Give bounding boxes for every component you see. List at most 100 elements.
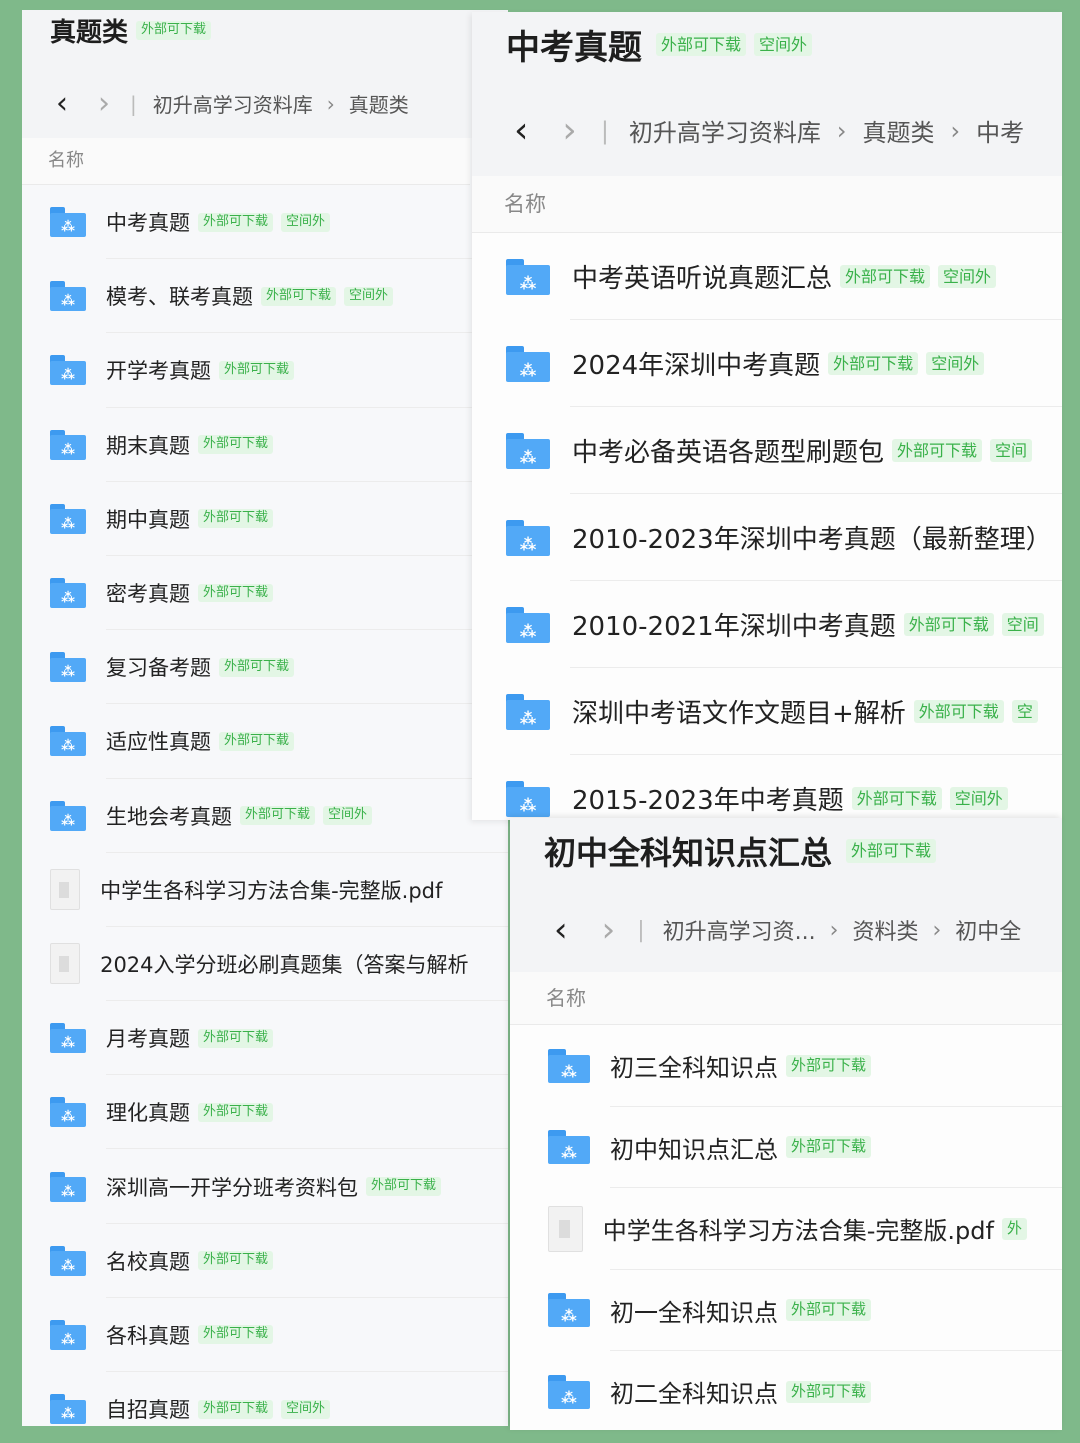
folder-row[interactable]: ⁂ 2010-2023年深圳中考真题（最新整理） bbox=[472, 494, 1062, 581]
chevron-right-icon: › bbox=[836, 116, 847, 145]
breadcrumb-item[interactable]: 资料类 bbox=[852, 914, 918, 946]
tag-external-download: 外部可下载 bbox=[261, 286, 337, 306]
file-row[interactable]: 2024入学分班必刷真题集（答案与解析 bbox=[22, 927, 508, 1002]
tag-outside-space: 空间 bbox=[990, 438, 1033, 463]
shared-users-icon: ⁂ bbox=[519, 708, 537, 728]
forward-arrow-icon[interactable]: › bbox=[562, 110, 576, 151]
folder-row[interactable]: ⁂ 深圳高一开学分班考资料包 外部可下载 bbox=[22, 1149, 508, 1224]
chevron-right-icon: › bbox=[829, 917, 839, 943]
column-header-name[interactable]: 名称 bbox=[472, 176, 1062, 233]
folder-row[interactable]: ⁂ 2010-2021年深圳中考真题 外部可下载 空间 bbox=[472, 581, 1062, 668]
item-name: 初中知识点汇总 bbox=[610, 1135, 778, 1164]
folder-row[interactable]: ⁂ 初二全科知识点 外部可下载 bbox=[510, 1351, 1062, 1430]
shared-users-icon: ⁂ bbox=[61, 1183, 75, 1200]
tag-outside-space: 空间外 bbox=[344, 286, 394, 306]
back-arrow-icon[interactable]: ‹ bbox=[514, 110, 528, 151]
folder-row[interactable]: ⁂ 深圳中考语文作文题目+解析 外部可下载空 bbox=[472, 668, 1062, 755]
title-row: 中考真题 外部可下载 空间外 bbox=[506, 20, 813, 69]
folder-row[interactable]: ⁂ 自招真题 外部可下载 空间外 bbox=[22, 1372, 508, 1426]
tag-external-download: 外部可下载 bbox=[240, 806, 316, 826]
folder-row[interactable]: ⁂ 开学考真题 外部可下载 bbox=[22, 333, 508, 408]
column-header-name[interactable]: 名称 bbox=[22, 138, 470, 185]
page-title: 真题类 bbox=[50, 18, 129, 48]
folder-icon: ⁂ bbox=[50, 1097, 86, 1128]
folder-row[interactable]: ⁂ 中考必备英语各题型刷题包 外部可下载 空间 bbox=[472, 407, 1062, 494]
folder-row[interactable]: ⁂ 适应性真题 外部可下载 bbox=[22, 704, 508, 779]
breadcrumb-item[interactable]: 初中全 bbox=[955, 914, 1021, 946]
chevron-right-icon: › bbox=[326, 91, 335, 116]
breadcrumb-item[interactable]: 初升高学习资料库 bbox=[153, 89, 313, 118]
item-name: 深圳高一开学分班考资料包 bbox=[106, 1175, 358, 1200]
tag-outside-space: 空间 bbox=[1001, 612, 1044, 637]
tag-outside-space: 空间外 bbox=[281, 1399, 331, 1419]
item-name: 期中真题 bbox=[106, 507, 190, 532]
folder-icon: ⁂ bbox=[50, 578, 86, 609]
folder-icon: ⁂ bbox=[50, 1245, 86, 1276]
item-name: 理化真题 bbox=[106, 1101, 190, 1126]
folder-row[interactable]: ⁂ 中考英语听说真题汇总 外部可下载 空间外 bbox=[472, 233, 1062, 320]
folder-row[interactable]: ⁂ 期中真题 外部可下载 bbox=[22, 482, 508, 556]
folder-icon: ⁂ bbox=[50, 207, 86, 238]
shared-users-icon: ⁂ bbox=[61, 441, 75, 458]
tag-external-download: 外部可下载 bbox=[136, 21, 212, 40]
folder-row[interactable]: ⁂ 生地会考真题 外部可下载 空间外 bbox=[22, 779, 508, 853]
nav-bar: ‹ › | 初升高学习资料库 › 真题类 › 中考 bbox=[514, 110, 1024, 151]
folder-row[interactable]: ⁂ 初一全科知识点 外部可下载 bbox=[510, 1270, 1062, 1351]
folder-row[interactable]: ⁂ 期末真题 外部可下载 bbox=[22, 408, 508, 482]
item-name: 密考真题 bbox=[106, 582, 190, 607]
item-name: 初三全科知识点 bbox=[610, 1054, 778, 1083]
file-list: ⁂ 中考真题 外部可下载 空间外 ⁂ 模考、联考真题 外部可下载 空间外 ⁂ 开学考真题 外部可下载… bbox=[22, 185, 508, 1426]
folder-icon: ⁂ bbox=[50, 281, 86, 312]
folder-row[interactable]: ⁂ 中考真题 外部可下载 空间外 bbox=[22, 185, 508, 260]
breadcrumb-item[interactable]: 初升高学习资... bbox=[663, 914, 816, 946]
item-name: 各科真题 bbox=[106, 1323, 190, 1348]
file-row[interactable]: 中学生各科学习方法合集-完整版.pdf 外 bbox=[510, 1188, 1062, 1270]
folder-row[interactable]: ⁂ 初中知识点汇总 外部可下载 bbox=[510, 1107, 1062, 1188]
breadcrumb-item[interactable]: 中考 bbox=[976, 113, 1024, 148]
shared-users-icon: ⁂ bbox=[61, 812, 75, 829]
tag-external-download: 外部可下载 bbox=[219, 731, 295, 751]
item-name: 开学考真题 bbox=[106, 359, 211, 384]
item-name: 2024入学分班必刷真题集（答案与解析 bbox=[100, 952, 469, 977]
forward-arrow-icon[interactable]: › bbox=[98, 86, 110, 121]
folder-row[interactable]: ⁂ 密考真题 外部可下载 bbox=[22, 556, 508, 631]
folder-row[interactable]: ⁂ 2024年深圳中考真题 外部可下载 空间外 bbox=[472, 320, 1062, 407]
folder-icon: ⁂ bbox=[50, 429, 86, 460]
folder-row[interactable]: ⁂ 初三全科知识点 外部可下载 bbox=[510, 1025, 1062, 1107]
shared-users-icon: ⁂ bbox=[61, 1035, 75, 1052]
folder-icon: ⁂ bbox=[50, 503, 86, 534]
shared-users-icon: ⁂ bbox=[519, 795, 537, 815]
folder-icon: ⁂ bbox=[50, 652, 86, 683]
shared-users-icon: ⁂ bbox=[561, 1388, 577, 1407]
folder-row[interactable]: ⁂ 2015-2023年中考真题 外部可下载 空间外 bbox=[472, 755, 1062, 820]
folder-row[interactable]: ⁂ 月考真题 外部可下载 bbox=[22, 1001, 508, 1076]
item-name: 名校真题 bbox=[106, 1249, 190, 1274]
folder-row[interactable]: ⁂ 理化真题 外部可下载 bbox=[22, 1075, 508, 1150]
shared-users-icon: ⁂ bbox=[61, 219, 75, 236]
tag-external-download: 外部可下载 bbox=[219, 657, 295, 677]
file-panel-knowledge-points: 初中全科知识点汇总 外部可下载 ‹ › | 初升高学习资... › 资料类 › … bbox=[510, 818, 1062, 1430]
breadcrumb-item[interactable]: 初升高学习资料库 bbox=[629, 113, 821, 148]
tag-external-download: 外部可下载 bbox=[198, 583, 274, 603]
back-arrow-icon[interactable]: ‹ bbox=[56, 86, 68, 121]
shared-users-icon: ⁂ bbox=[61, 1331, 75, 1348]
tag-outside-space: 空间外 bbox=[926, 351, 985, 376]
file-row[interactable]: 中学生各科学习方法合集-完整版.pdf bbox=[22, 853, 508, 927]
folder-row[interactable]: ⁂ 名校真题 外部可下载 bbox=[22, 1224, 508, 1298]
item-name: 中学生各科学习方法合集-完整版.pdf bbox=[602, 1217, 994, 1246]
folder-row[interactable]: ⁂ 各科真题 外部可下载 bbox=[22, 1298, 508, 1372]
folder-row[interactable]: ⁂ 复习备考题 外部可下载 bbox=[22, 630, 508, 705]
shared-users-icon: ⁂ bbox=[519, 447, 537, 467]
back-arrow-icon[interactable]: ‹ bbox=[554, 910, 568, 950]
folder-row[interactable]: ⁂ 模考、联考真题 外部可下载 空间外 bbox=[22, 259, 508, 334]
title-row: 初中全科知识点汇总 外部可下载 bbox=[544, 828, 937, 874]
breadcrumb-item[interactable]: 真题类 bbox=[863, 113, 935, 148]
column-header-name[interactable]: 名称 bbox=[510, 972, 1062, 1025]
file-list: ⁂ 初三全科知识点 外部可下载 ⁂ 初中知识点汇总 外部可下载 中学生各科学习方法合集-完整… bbox=[510, 1025, 1062, 1430]
item-name: 2015-2023年中考真题 bbox=[572, 786, 844, 816]
item-name: 2010-2021年深圳中考真题 bbox=[572, 612, 896, 642]
folder-icon: ⁂ bbox=[506, 693, 550, 730]
forward-arrow-icon[interactable]: › bbox=[602, 910, 616, 950]
folder-icon: ⁂ bbox=[548, 1374, 590, 1409]
breadcrumb-item[interactable]: 真题类 bbox=[349, 89, 409, 118]
